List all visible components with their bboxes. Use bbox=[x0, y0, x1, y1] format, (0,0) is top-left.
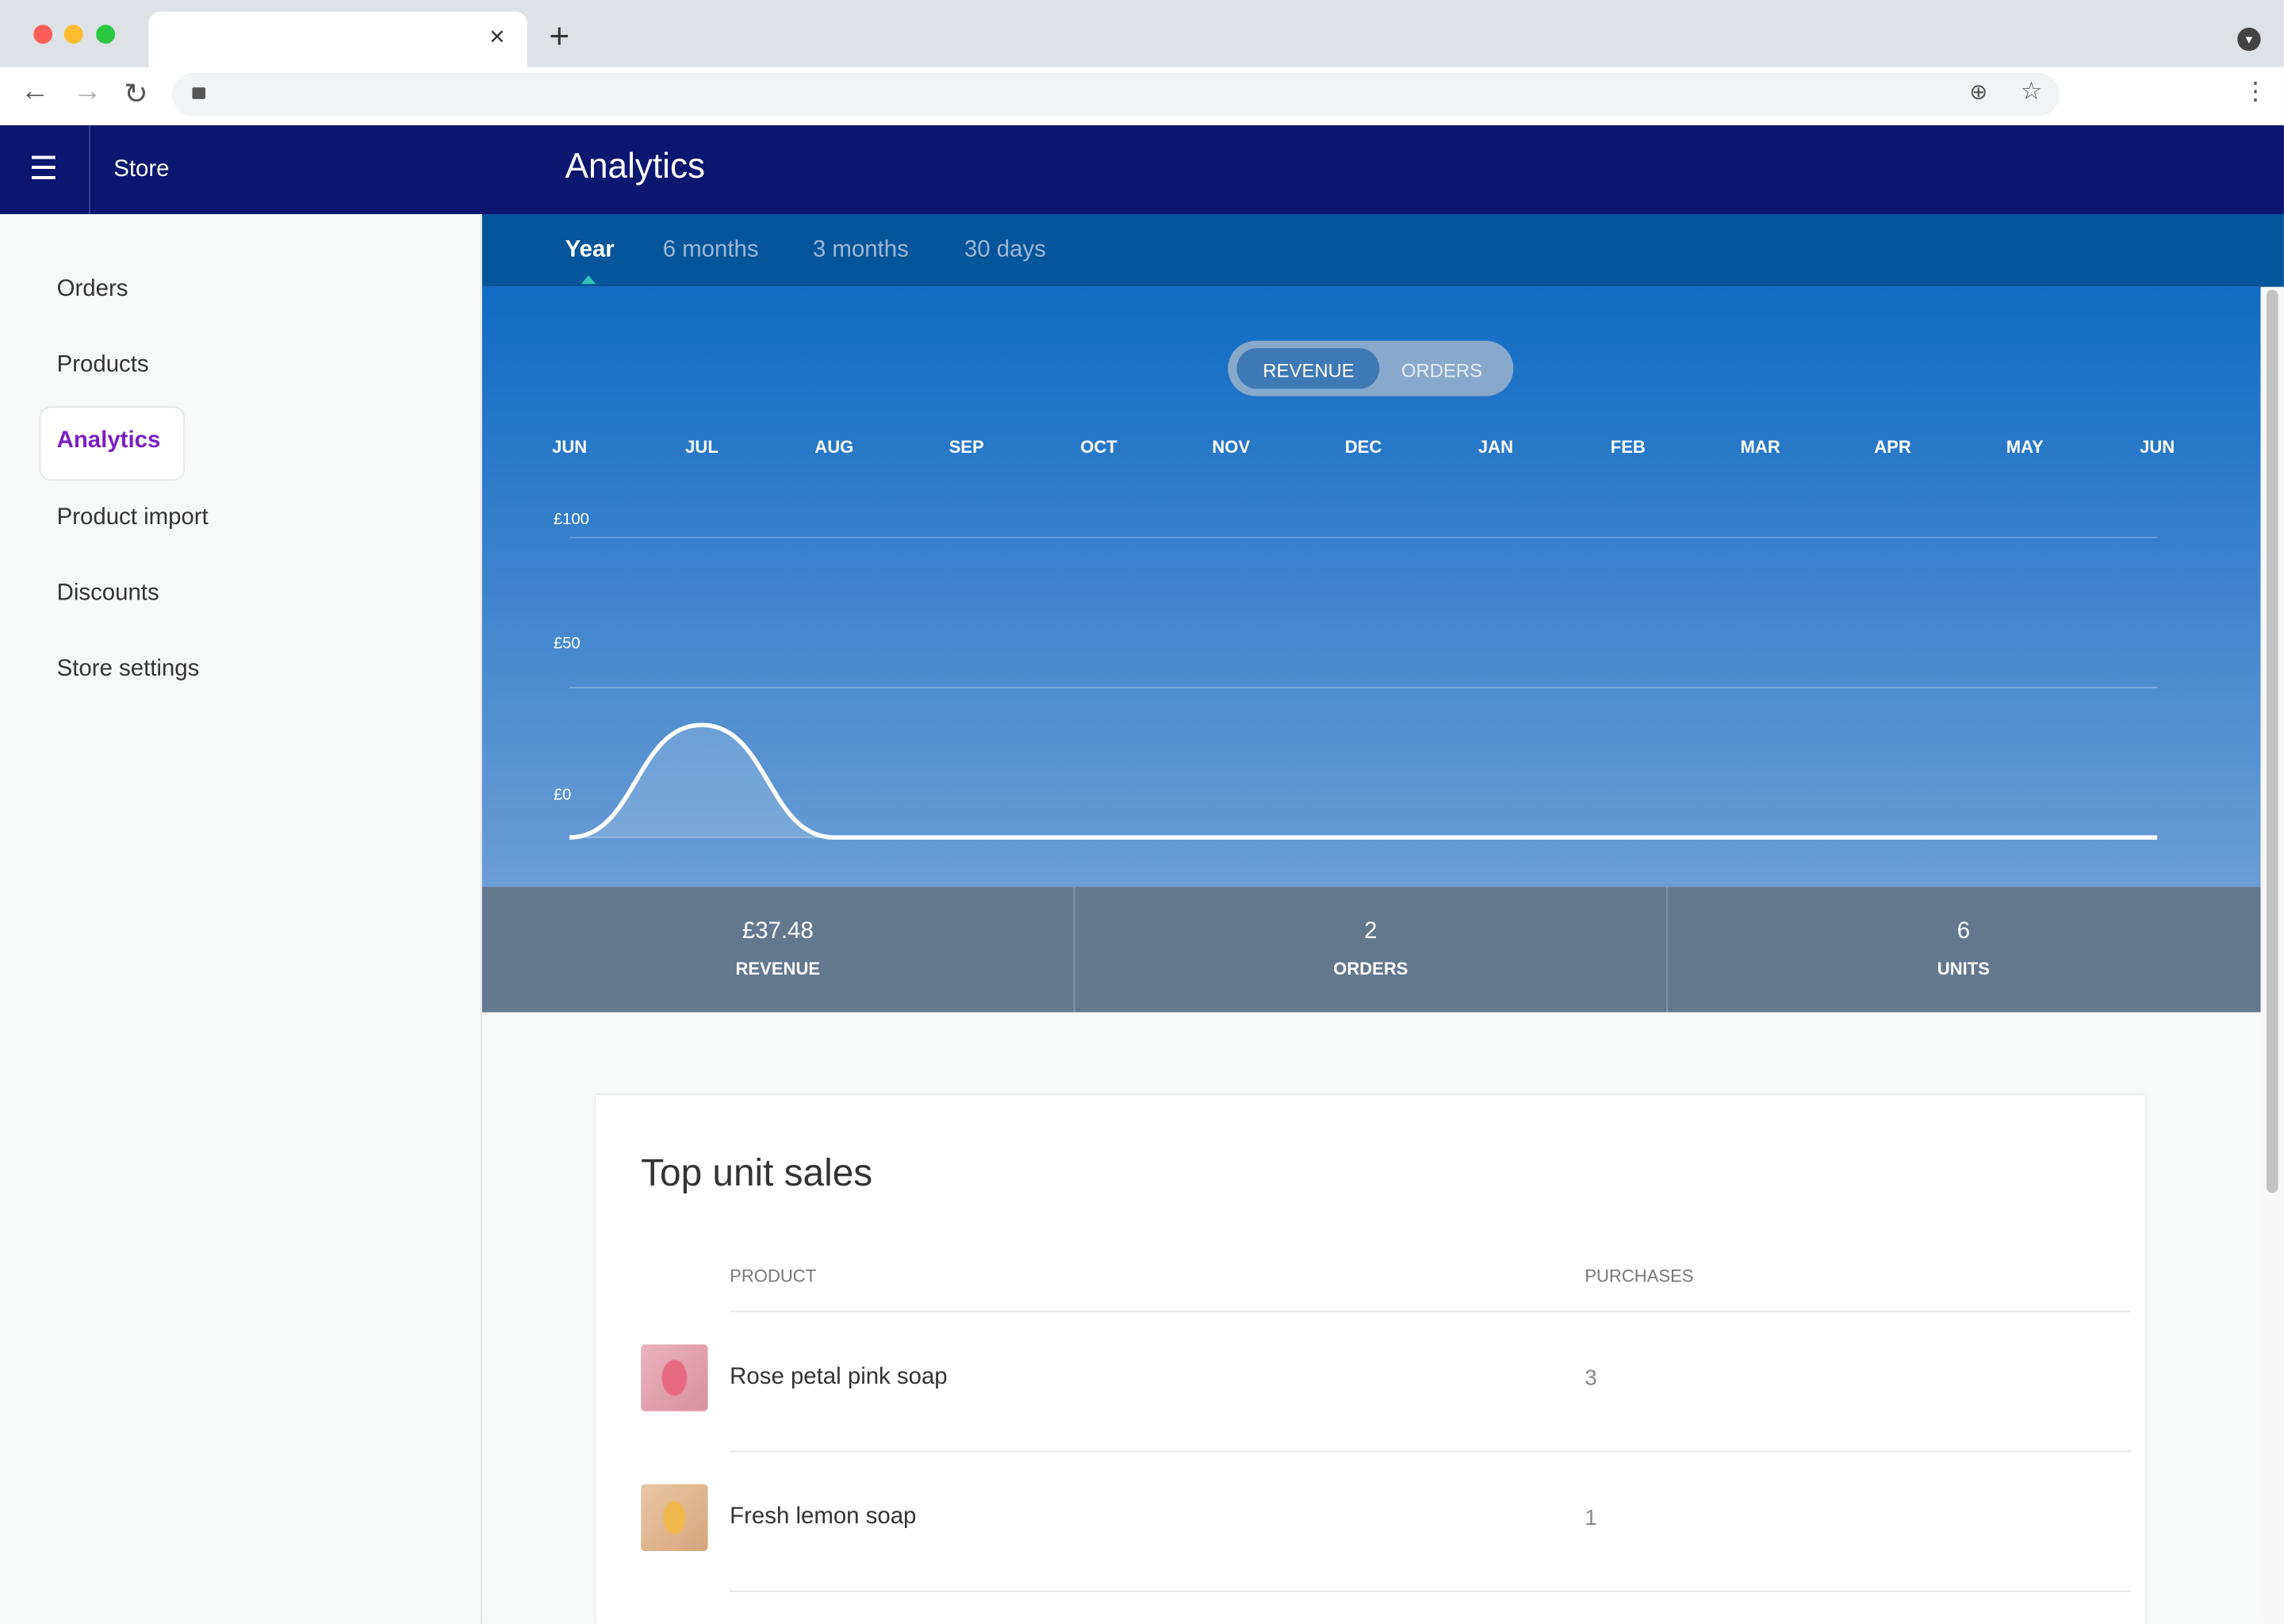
column-header-product: PRODUCT bbox=[730, 1266, 817, 1286]
product-name[interactable]: Rose petal pink soap bbox=[730, 1365, 947, 1391]
card-title: Top unit sales bbox=[641, 1150, 873, 1195]
revenue-area bbox=[569, 725, 2158, 838]
purchase-count: 3 bbox=[1585, 1365, 1597, 1392]
product-name[interactable]: Fresh lemon soap bbox=[730, 1504, 916, 1530]
stat-label: REVENUE bbox=[735, 958, 821, 979]
stat-units: 6 UNITS bbox=[1668, 887, 2259, 1013]
stat-value: 2 bbox=[1364, 918, 1378, 944]
stat-value: 6 bbox=[1956, 918, 1971, 944]
stat-label: ORDERS bbox=[1333, 958, 1408, 979]
purchase-count: 1 bbox=[1585, 1506, 1597, 1531]
stat-orders: 2 ORDERS bbox=[1075, 887, 1666, 1013]
product-image bbox=[641, 1484, 708, 1552]
divider bbox=[730, 1311, 2132, 1312]
column-header-purchases: PURCHASES bbox=[1585, 1266, 1694, 1286]
stat-revenue: £37.48 REVENUE bbox=[482, 887, 1074, 1013]
scrollbar-thumb[interactable] bbox=[2266, 289, 2278, 1193]
revenue-line bbox=[569, 722, 2158, 840]
product-image bbox=[641, 1344, 708, 1411]
divider bbox=[730, 1450, 2132, 1453]
stat-value: £37.48 bbox=[742, 918, 814, 944]
stat-label: UNITS bbox=[1937, 958, 1990, 979]
divider bbox=[730, 1590, 2132, 1592]
